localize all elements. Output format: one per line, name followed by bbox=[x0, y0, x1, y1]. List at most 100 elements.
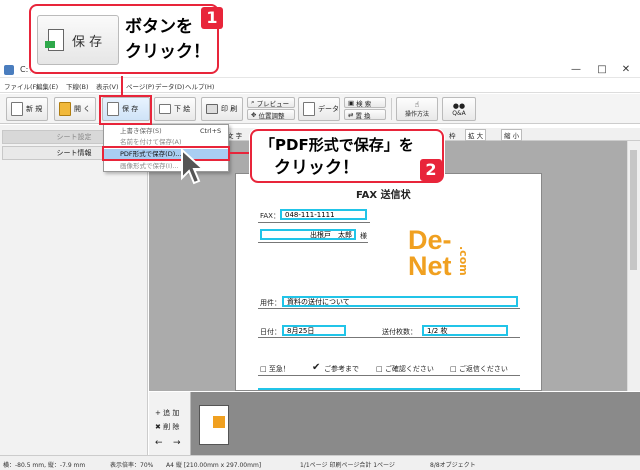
fax-label: FAX： bbox=[260, 212, 280, 220]
callout1-line1: ボタンを bbox=[125, 17, 193, 37]
delete-page-label: 削 除 bbox=[163, 423, 180, 431]
data-button[interactable]: データ bbox=[298, 97, 340, 121]
thumbnail-logo bbox=[213, 416, 225, 428]
de-net-logo: De- Net .com bbox=[408, 226, 498, 290]
zoom-out-button[interactable]: 縮 小 bbox=[501, 129, 523, 141]
check-urgent[interactable]: □ 至急！ bbox=[260, 364, 290, 374]
print-label: 印 刷 bbox=[221, 105, 238, 113]
open-button[interactable]: 開 く bbox=[54, 97, 96, 121]
fax-field[interactable]: 048-111-1111 bbox=[280, 209, 367, 220]
status-paper: A4 縦 [210.00mm x 297.00mm] bbox=[166, 462, 262, 469]
callout2-line1: 「PDF形式で保存」を bbox=[260, 136, 414, 154]
honorific-label: 様 bbox=[360, 232, 367, 240]
logo-line1: De- bbox=[408, 225, 452, 255]
qa-button[interactable]: ●● Q&A bbox=[442, 97, 476, 121]
print-underlay-button[interactable]: 下 絵 bbox=[154, 97, 196, 121]
close-button[interactable]: ✕ bbox=[614, 62, 638, 78]
qa-icon: ●● bbox=[452, 101, 466, 110]
new-label: 新 規 bbox=[26, 105, 43, 113]
menu-view[interactable]: 表示(V) bbox=[96, 81, 119, 91]
save-button-highlight bbox=[99, 95, 152, 125]
printer-icon bbox=[206, 104, 218, 114]
frame-tool-button[interactable]: 枠 bbox=[449, 130, 456, 140]
pages-field[interactable]: 1/2 枚 bbox=[422, 325, 508, 336]
callout2-line2: クリック！ bbox=[274, 158, 359, 178]
maximize-button[interactable]: □ bbox=[590, 62, 614, 78]
open-label: 開 く bbox=[74, 105, 91, 113]
status-objects: 8/8オブジェクト bbox=[430, 462, 476, 469]
check-reply[interactable]: □ ご返信ください bbox=[450, 364, 508, 374]
name-underline bbox=[258, 242, 368, 243]
callout-1: 保 存 ボタンを クリック！ 1 bbox=[29, 4, 223, 74]
add-page-button[interactable]: + 追 加 bbox=[155, 408, 179, 418]
hand-icon: ☝ bbox=[414, 100, 420, 109]
date-underline bbox=[258, 337, 520, 338]
page-thumbnail[interactable] bbox=[199, 405, 229, 445]
callout1-line2: クリック！ bbox=[125, 42, 210, 62]
delete-page-button[interactable]: ✖ 削 除 bbox=[155, 422, 179, 432]
search-button[interactable]: ▣ 検 索 bbox=[344, 97, 386, 108]
date-label: 日付： bbox=[260, 328, 281, 336]
recipient-name-field[interactable]: 出根戸 太郎 bbox=[260, 229, 356, 240]
date-field[interactable]: 8月25日 bbox=[282, 325, 346, 336]
status-zoom: 表示倍率：70% bbox=[110, 462, 154, 469]
callout1-save-label: 保 存 bbox=[72, 34, 103, 50]
callout1-save-button-illustration: 保 存 bbox=[37, 15, 119, 65]
left-panel: シート設定 シート情報 bbox=[0, 125, 148, 455]
subject-field[interactable]: 資料の送付について bbox=[282, 296, 518, 307]
print-underlay-label: 下 絵 bbox=[174, 105, 191, 113]
plus-icon: + bbox=[155, 409, 164, 417]
open-folder-icon bbox=[59, 102, 71, 116]
thumbnail-sidebar: + 追 加 ✖ 削 除 ← → bbox=[149, 392, 191, 455]
zoom-in-button[interactable]: 拡 大 bbox=[465, 129, 487, 141]
new-button[interactable]: 新 規 bbox=[6, 97, 48, 121]
body-field-top[interactable] bbox=[258, 388, 520, 390]
toolbar-divider bbox=[391, 98, 392, 120]
prev-page-button[interactable]: ← bbox=[155, 438, 163, 448]
preview-label: プレビュー bbox=[256, 99, 290, 108]
menu-page[interactable]: ページ(P) bbox=[126, 81, 154, 91]
step-badge-1: 1 bbox=[201, 7, 223, 29]
mouse-cursor-icon bbox=[181, 148, 206, 185]
page-thumbnail-strip bbox=[149, 392, 640, 455]
replace-icon: ⇄ bbox=[348, 110, 354, 119]
status-bar: 横：-80.5 mm, 縦：-7.9 mm 表示倍率：70% A4 縦 [210… bbox=[0, 455, 640, 470]
logo-com: .com bbox=[457, 246, 470, 276]
add-page-label: 追 加 bbox=[163, 409, 180, 417]
step-badge-2: 2 bbox=[420, 159, 442, 181]
menu-data[interactable]: データ(D) bbox=[155, 81, 185, 91]
replace-button[interactable]: ⇄ 置 換 bbox=[344, 109, 386, 120]
menu-item-save-image[interactable]: 画像形式で保存(I)... bbox=[104, 161, 228, 172]
data-label: データ bbox=[318, 105, 339, 113]
print-button[interactable]: 印 刷 bbox=[201, 97, 243, 121]
document-page: FAX 送信状 FAX： 048-111-1111 出根戸 太郎 様 De- N… bbox=[235, 173, 542, 391]
checkmark-icon: ✔ bbox=[312, 362, 321, 373]
pdf-item-highlight bbox=[102, 146, 230, 161]
new-file-icon bbox=[11, 102, 23, 116]
howto-label: 操作方法 bbox=[404, 111, 429, 118]
replace-label: 置 換 bbox=[355, 111, 371, 120]
scrollbar-thumb[interactable] bbox=[630, 150, 637, 270]
search-icon: ▣ bbox=[348, 98, 355, 107]
menu-file[interactable]: ファイル(F) bbox=[4, 81, 39, 91]
menu-underline[interactable]: 下線(B) bbox=[66, 81, 89, 91]
next-page-button[interactable]: → bbox=[173, 438, 181, 448]
callout2-connector bbox=[230, 152, 252, 154]
check-confirm[interactable]: □ ご確認ください bbox=[376, 364, 434, 374]
logo-line2: Net bbox=[408, 251, 452, 281]
qa-label: Q&A bbox=[452, 109, 466, 117]
menu-help[interactable]: ヘルプ(H) bbox=[185, 81, 214, 91]
document-title: FAX 送信状 bbox=[356, 190, 411, 201]
position-adjust-label: 位置調整 bbox=[258, 111, 285, 120]
check-underline bbox=[258, 375, 520, 376]
menu-edit[interactable]: 編集(E) bbox=[36, 81, 58, 91]
data-sheet-icon bbox=[303, 102, 315, 116]
callout-2: 「PDF形式で保存」を クリック！ 2 bbox=[250, 129, 444, 183]
status-coordinates: 横：-80.5 mm, 縦：-7.9 mm bbox=[3, 462, 86, 469]
position-adjust-button[interactable]: ✥ 位置調整 bbox=[247, 109, 295, 120]
text-tool-button[interactable]: 文 字 bbox=[227, 130, 242, 140]
howto-button[interactable]: ☝ 操作方法 bbox=[396, 97, 438, 121]
minimize-button[interactable]: — bbox=[564, 62, 588, 78]
preview-button[interactable]: ⌕ プレビュー bbox=[247, 97, 295, 108]
check-reference[interactable]: ご参考まで bbox=[324, 364, 359, 374]
